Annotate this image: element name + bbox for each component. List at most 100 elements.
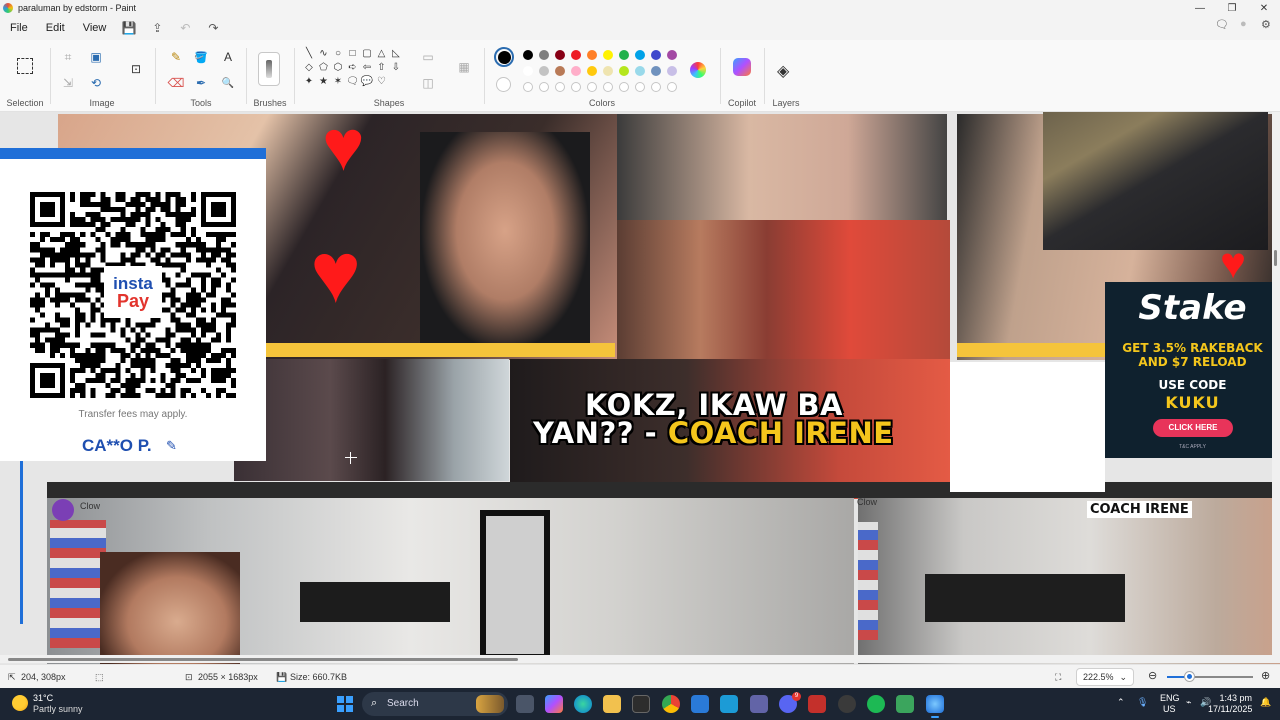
- shape-option[interactable]: ⇧: [375, 62, 389, 73]
- shape-option[interactable]: 💬: [360, 76, 374, 87]
- taskbar-search[interactable]: ⌕ Search: [362, 692, 508, 716]
- minimize-window-button[interactable]: —: [1184, 0, 1216, 16]
- zoom-out-icon[interactable]: ⊖: [1148, 669, 1157, 682]
- eraser-icon[interactable]: ⌫: [166, 74, 186, 92]
- shape-option[interactable]: ⬠: [317, 62, 331, 73]
- weather-description[interactable]: Partly sunny: [33, 704, 83, 714]
- app-icon-red[interactable]: [808, 695, 826, 713]
- copilot-taskbar-icon[interactable]: [545, 695, 563, 713]
- shape-option[interactable]: □: [346, 48, 360, 59]
- copilot-icon[interactable]: [733, 58, 751, 76]
- shape-option[interactable]: ◇: [302, 62, 316, 73]
- color-swatch[interactable]: [667, 66, 677, 76]
- color-swatch[interactable]: [603, 50, 613, 60]
- layers-icon[interactable]: ◈: [777, 61, 789, 81]
- horizontal-scrollbar[interactable]: [0, 655, 1280, 663]
- redo-icon[interactable]: ↷: [199, 21, 227, 35]
- zoom-slider-thumb[interactable]: [1184, 672, 1194, 681]
- color-swatch[interactable]: [571, 66, 581, 76]
- chrome-icon[interactable]: [662, 695, 680, 713]
- color-swatch[interactable]: [619, 66, 629, 76]
- shape-fill-icon[interactable]: ◫: [418, 74, 438, 92]
- shape-option[interactable]: 🗨: [346, 76, 360, 87]
- close-button[interactable]: ✕: [1248, 0, 1280, 16]
- color-swatch[interactable]: [667, 50, 677, 60]
- shape-option[interactable]: ⇦: [360, 62, 374, 73]
- share-icon[interactable]: ⇪: [143, 21, 171, 35]
- color-picker-icon[interactable]: ✒: [191, 74, 211, 92]
- edit-colors-icon[interactable]: [690, 62, 706, 78]
- shape-option[interactable]: ╲: [302, 48, 316, 59]
- clock-time[interactable]: 1:43 pm: [1212, 693, 1252, 703]
- color-swatch[interactable]: [539, 50, 549, 60]
- color-swatch[interactable]: [571, 50, 581, 60]
- shape-option[interactable]: ✶: [331, 76, 345, 87]
- shape-option[interactable]: △: [375, 48, 389, 59]
- chevron-up-icon[interactable]: ⌃: [1117, 697, 1125, 708]
- vertical-scrollbar[interactable]: [1272, 112, 1280, 656]
- primary-color-button[interactable]: [494, 47, 514, 67]
- fit-to-window-icon[interactable]: ⛶: [1055, 672, 1061, 683]
- outlook-icon[interactable]: [691, 695, 709, 713]
- fill-bucket-icon[interactable]: 🪣: [191, 48, 211, 66]
- edge-icon[interactable]: [574, 695, 592, 713]
- selection-tool-icon[interactable]: [17, 58, 33, 74]
- shape-option[interactable]: ▢: [360, 48, 374, 59]
- color-swatch[interactable]: [555, 50, 565, 60]
- file-explorer-icon[interactable]: [603, 695, 621, 713]
- menu-edit[interactable]: Edit: [37, 22, 74, 34]
- color-swatch[interactable]: [587, 50, 597, 60]
- secondary-color-button[interactable]: [496, 77, 511, 92]
- color-swatch[interactable]: [651, 66, 661, 76]
- custom-color-slot[interactable]: [603, 82, 613, 92]
- custom-color-slot[interactable]: [571, 82, 581, 92]
- language-code[interactable]: ENG: [1160, 693, 1180, 703]
- color-swatch[interactable]: [603, 66, 613, 76]
- color-swatch[interactable]: [635, 50, 645, 60]
- undo-icon[interactable]: ↶: [171, 21, 199, 35]
- shape-outline-icon[interactable]: ▭: [418, 48, 438, 66]
- custom-color-slot[interactable]: [555, 82, 565, 92]
- shape-option[interactable]: ➪: [346, 62, 360, 73]
- obs-icon[interactable]: [838, 695, 856, 713]
- pencil-icon[interactable]: ✎: [166, 48, 186, 66]
- color-swatch[interactable]: [619, 50, 629, 60]
- horizontal-scroll-thumb[interactable]: [8, 658, 518, 661]
- shape-option[interactable]: ⬡: [331, 62, 345, 73]
- task-view-icon[interactable]: [516, 695, 534, 713]
- region-code[interactable]: US: [1163, 704, 1176, 714]
- settings-icon[interactable]: ⚙: [1261, 18, 1271, 31]
- shape-grid-icon[interactable]: ▦: [454, 58, 474, 76]
- store-icon[interactable]: [632, 695, 650, 713]
- shape-option[interactable]: ∿: [317, 48, 331, 59]
- brushes-button[interactable]: [258, 52, 280, 86]
- notepad-icon[interactable]: [896, 695, 914, 713]
- teams-icon[interactable]: [750, 695, 768, 713]
- color-swatch[interactable]: [651, 50, 661, 60]
- color-swatch[interactable]: [523, 66, 533, 76]
- maximize-button[interactable]: ❐: [1216, 0, 1248, 16]
- clock-date[interactable]: 17/11/2025: [1208, 704, 1252, 714]
- shape-option[interactable]: ✦: [302, 76, 316, 87]
- resize-icon[interactable]: ⇲: [58, 74, 78, 92]
- fill-shape-icon[interactable]: ▣: [86, 48, 106, 66]
- shape-option[interactable]: ◺: [389, 48, 403, 59]
- magnifier-icon[interactable]: 🔍: [218, 74, 238, 92]
- spotify-icon[interactable]: [867, 695, 885, 713]
- custom-color-slot[interactable]: [587, 82, 597, 92]
- weather-temperature[interactable]: 31°C: [33, 693, 53, 703]
- custom-color-slot[interactable]: [635, 82, 645, 92]
- shape-option[interactable]: ♡: [375, 76, 389, 87]
- discord-icon[interactable]: 9: [779, 692, 801, 713]
- color-swatch[interactable]: [587, 66, 597, 76]
- menu-file[interactable]: File: [0, 22, 37, 34]
- save-icon[interactable]: 💾: [115, 21, 143, 35]
- color-swatch[interactable]: [555, 66, 565, 76]
- notification-bell-icon[interactable]: 🔔: [1260, 697, 1271, 708]
- custom-color-slot[interactable]: [523, 82, 533, 92]
- vertical-scroll-thumb[interactable]: [1274, 250, 1277, 266]
- shape-option[interactable]: ★: [317, 76, 331, 87]
- text-tool-icon[interactable]: A: [218, 48, 238, 66]
- weather-icon[interactable]: [12, 695, 28, 711]
- crop-icon[interactable]: ⌗: [58, 48, 78, 66]
